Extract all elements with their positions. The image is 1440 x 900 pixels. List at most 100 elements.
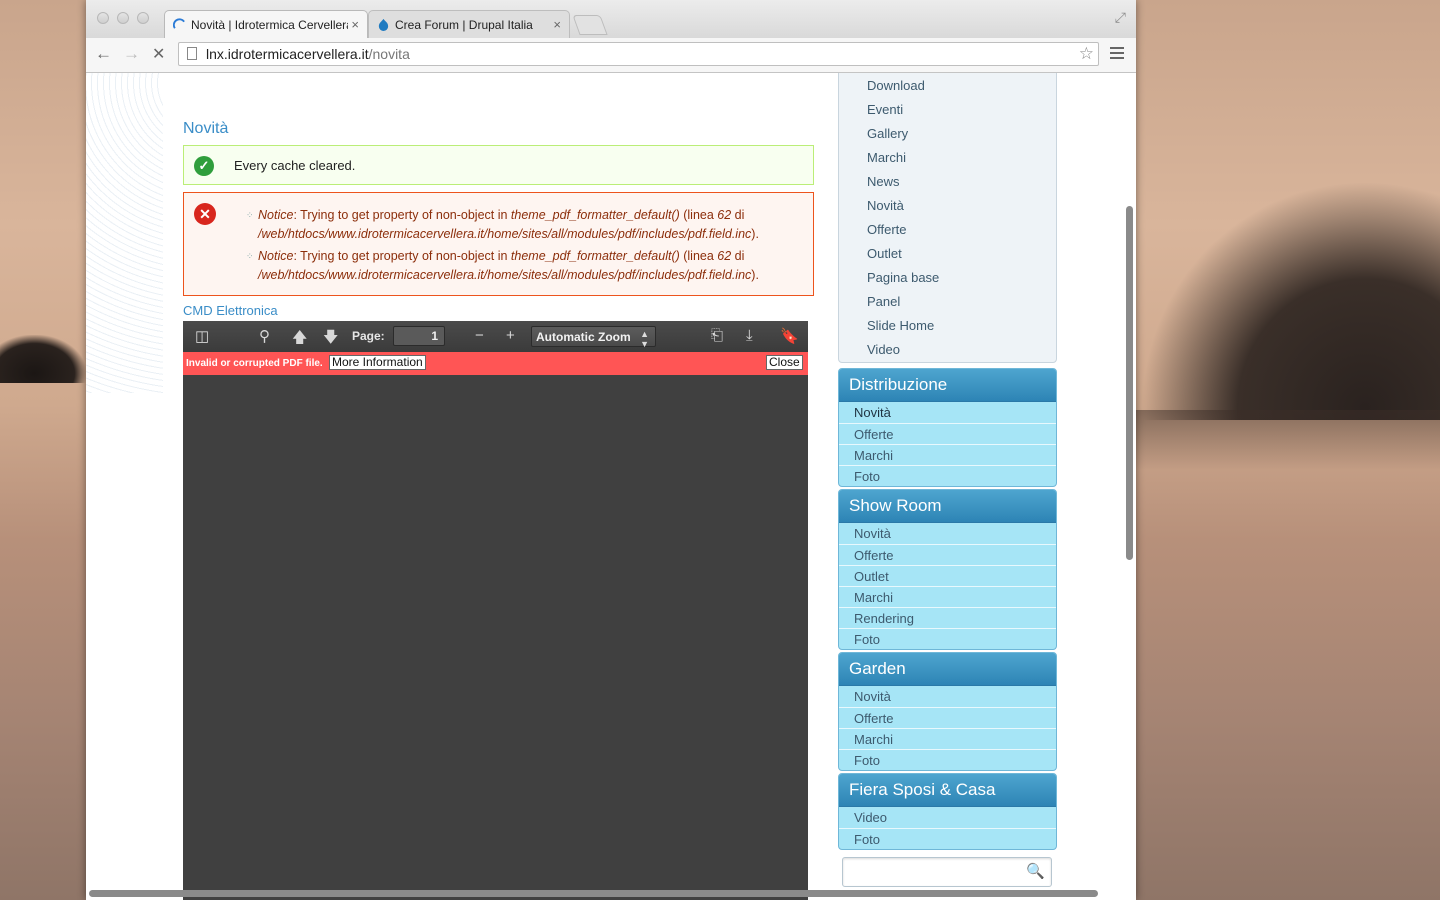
notice-file: /web/htdocs/www.idrotermicacervellera.it… [258, 227, 752, 241]
block-title: Garden [839, 653, 1056, 686]
page-label: Page: [352, 329, 385, 343]
block-link-offerte[interactable]: Offerte [839, 707, 1056, 728]
desktop-island-left [0, 335, 86, 383]
error-notice: ⁘ Notice: Trying to get property of non-… [246, 247, 803, 285]
block-link-foto[interactable]: Foto [839, 465, 1056, 486]
bookmark-icon[interactable]: 🔖 [780, 327, 799, 345]
search-icon[interactable]: ⚲ [259, 327, 270, 345]
more-information-button[interactable]: More Information [329, 355, 426, 370]
bullet-icon: ⁘ [246, 251, 254, 261]
search-input[interactable]: 🔍 [842, 857, 1052, 887]
menu-item-marchi[interactable]: Marchi [867, 150, 906, 165]
stop-icon[interactable]: ✕ [152, 44, 165, 64]
previous-page-icon[interactable]: 🡅 [292, 327, 307, 352]
notice-function: theme_pdf_formatter_default() [510, 249, 680, 263]
menu-item-novita[interactable]: Novità [867, 198, 904, 213]
page-content: Novità ✓ Every cache cleared. ✕ ⁘ Notice… [163, 73, 1060, 900]
menu-item-outlet[interactable]: Outlet [867, 246, 902, 261]
close-tab-icon[interactable]: × [553, 17, 561, 32]
menu-item-news[interactable]: News [867, 174, 900, 189]
loading-icon [173, 18, 185, 29]
bullet-icon: ⁘ [246, 210, 254, 220]
menu-item-panel[interactable]: Panel [867, 294, 900, 309]
block-link-marchi[interactable]: Marchi [839, 444, 1056, 465]
forward-arrow-icon[interactable]: → [123, 44, 140, 64]
block-link-video[interactable]: Video [839, 807, 1056, 828]
tab-crea-forum[interactable]: Crea Forum | Drupal Italia × [368, 10, 570, 38]
block-fiera-sposi-casa: Fiera Sposi & Casa Video Foto [838, 773, 1057, 850]
bookmark-star-icon[interactable]: ☆ [1079, 44, 1094, 64]
block-link-offerte[interactable]: Offerte [839, 423, 1056, 444]
close-window-button[interactable] [97, 12, 109, 24]
tab-novita[interactable]: Novità | Idrotermica Cervellera × [164, 10, 368, 38]
block-title: Show Room [839, 490, 1056, 523]
notice-function: theme_pdf_formatter_default() [510, 208, 680, 222]
pdf-error-bar: Invalid or corrupted PDF file. More Info… [183, 352, 808, 375]
title-bar: Novità | Idrotermica Cervellera × Crea F… [86, 0, 1136, 38]
minimize-window-button[interactable] [117, 12, 129, 24]
zoom-window-button[interactable] [137, 12, 149, 24]
menu-item-slide-home[interactable]: Slide Home [867, 318, 934, 333]
zoom-value: Automatic Zoom [536, 330, 631, 344]
zoom-in-icon[interactable]: + [506, 327, 515, 344]
block-link-offerte[interactable]: Offerte [839, 544, 1056, 565]
status-message-text: Every cache cleared. [234, 158, 356, 173]
block-show-room: Show Room Novità Offerte Outlet Marchi R… [838, 489, 1057, 650]
tab-title: Novità | Idrotermica Cervellera [191, 18, 353, 32]
notice-text: (linea [679, 208, 718, 222]
notice-text: di [731, 249, 745, 263]
error-notice: ⁘ Notice: Trying to get property of non-… [246, 206, 803, 244]
menu-item-pagina-base[interactable]: Pagina base [867, 270, 939, 285]
menu-item-download[interactable]: Download [867, 78, 925, 93]
address-bar[interactable]: lnx.idrotermicacervellera.it/novita ☆ [178, 42, 1099, 66]
block-title: Distribuzione [839, 369, 1056, 402]
notice-label: Notice [258, 208, 294, 222]
next-page-icon[interactable]: 🡇 [323, 327, 338, 352]
search-icon[interactable]: 🔍 [1026, 862, 1045, 880]
status-message: ✓ Every cache cleared. [183, 145, 814, 185]
open-file-icon[interactable]: ⎗ [711, 327, 723, 344]
menu-item-video[interactable]: Video [867, 342, 900, 357]
zoom-select[interactable]: Automatic Zoom ▲ ▼ [531, 326, 656, 349]
block-garden: Garden Novità Offerte Marchi Foto [838, 652, 1057, 771]
block-link-foto[interactable]: Foto [839, 628, 1056, 649]
notice-file: /web/htdocs/www.idrotermicacervellera.it… [258, 268, 752, 282]
notice-text: ). [751, 268, 759, 282]
notice-text: : Trying to get property of non-object i… [293, 208, 511, 222]
block-link-marchi[interactable]: Marchi [839, 728, 1056, 749]
close-error-button[interactable]: Close [766, 355, 803, 370]
new-tab-button[interactable] [572, 15, 608, 35]
block-link-foto[interactable]: Foto [839, 749, 1056, 770]
block-link-novita[interactable]: Novità [839, 686, 1056, 707]
block-link-novita[interactable]: Novità [839, 402, 1056, 423]
back-arrow-icon[interactable]: ← [95, 44, 112, 64]
zoom-out-icon[interactable]: − [475, 327, 484, 344]
horizontal-scrollbar[interactable] [89, 890, 1098, 897]
block-link-novita[interactable]: Novità [839, 523, 1056, 544]
desktop-reflection [1136, 410, 1440, 470]
menu-item-offerte[interactable]: Offerte [867, 222, 907, 237]
block-link-rendering[interactable]: Rendering [839, 607, 1056, 628]
pdf-viewer: ◫ ⚲ 🡅 🡇 Page: 1 − + Automatic Zoom ▲▼ ⎗ [183, 321, 808, 900]
sidebar-toggle-icon[interactable]: ◫ [195, 327, 209, 345]
notice-text: (linea [679, 249, 718, 263]
url-host: lnx.idrotermicacervellera.it [206, 46, 369, 62]
url-path: /novita [368, 46, 410, 62]
notice-text: ). [751, 227, 759, 241]
tab-title: Crea Forum | Drupal Italia [395, 18, 533, 32]
notice-text: di [731, 208, 745, 222]
page-title: Novità [183, 120, 229, 137]
page-number-input[interactable]: 1 [393, 326, 445, 346]
chrome-menu-icon[interactable] [1110, 47, 1124, 62]
download-icon[interactable]: ⤓ [746, 327, 753, 344]
close-tab-icon[interactable]: × [348, 17, 359, 32]
fullscreen-icon[interactable]: ⤢ [1115, 9, 1126, 26]
menu-item-gallery[interactable]: Gallery [867, 126, 908, 141]
block-link-outlet[interactable]: Outlet [839, 565, 1056, 586]
vertical-scrollbar[interactable] [1126, 206, 1133, 560]
block-link-foto[interactable]: Foto [839, 828, 1056, 849]
block-link-marchi[interactable]: Marchi [839, 586, 1056, 607]
select-arrows-icon: ▲ ▼ [640, 329, 649, 349]
menu-item-eventi[interactable]: Eventi [867, 102, 903, 117]
field-label[interactable]: CMD Elettronica [183, 303, 278, 318]
